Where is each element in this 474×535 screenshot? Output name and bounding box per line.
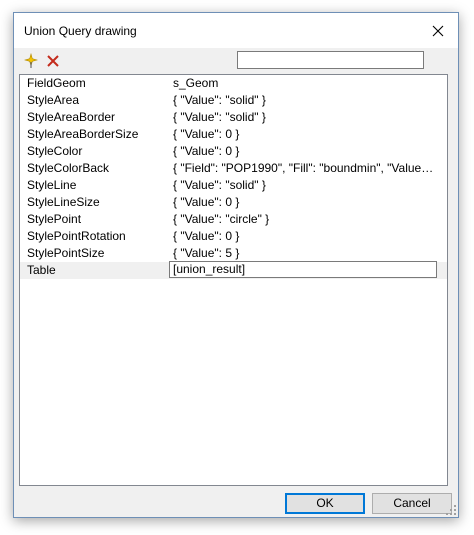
property-name: StylePoint xyxy=(27,212,82,226)
table-value-input[interactable]: [union_result] xyxy=(169,261,437,278)
property-row-styleareaborder[interactable]: StyleAreaBorder { "Value": "solid" } xyxy=(20,109,447,126)
property-name: StyleColor xyxy=(27,144,83,158)
property-value: { "Value": 0 } xyxy=(173,195,240,209)
property-row-stylelinesize[interactable]: StyleLineSize { "Value": 0 } xyxy=(20,194,447,211)
delete-property-button[interactable] xyxy=(44,52,62,70)
property-name: StyleLineSize xyxy=(27,195,100,209)
property-value: s_Geom xyxy=(173,76,219,90)
property-name: StyleArea xyxy=(27,93,80,107)
property-name: StyleAreaBorder xyxy=(27,110,116,124)
property-row-stylearea[interactable]: StyleArea { "Value": "solid" } xyxy=(20,92,447,109)
ok-button[interactable]: OK xyxy=(285,493,365,514)
property-row-stylecolor[interactable]: StyleColor { "Value": 0 } xyxy=(20,143,447,160)
property-row-fieldgeom[interactable]: FieldGeom s_Geom xyxy=(20,75,447,92)
property-value: { "Value": 0 } xyxy=(173,229,240,243)
property-row-stylepoint[interactable]: StylePoint { "Value": "circle" } xyxy=(20,211,447,228)
property-name: StyleAreaBorderSize xyxy=(27,127,139,141)
property-name: StylePointSize xyxy=(27,246,105,260)
property-row-stylecolorback[interactable]: StyleColorBack { "Field": "POP1990", "Fi… xyxy=(20,160,447,177)
title-bar: Union Query drawing xyxy=(14,13,458,48)
property-row-table[interactable]: Table [union_result] xyxy=(20,261,447,279)
property-value: { "Value": 5 } xyxy=(173,246,240,260)
property-row-stylepointsize[interactable]: StylePointSize { "Value": 5 } xyxy=(20,245,447,262)
dialog-footer: OK Cancel xyxy=(14,486,458,517)
window-title: Union Query drawing xyxy=(24,24,137,38)
property-value: { "Value": "solid" } xyxy=(173,110,266,124)
toolbar xyxy=(14,48,458,74)
property-value: { "Value": "solid" } xyxy=(173,178,266,192)
union-query-dialog: Union Query drawing FieldGeom s_Geom Sty xyxy=(13,12,459,518)
property-value: { "Value": "circle" } xyxy=(173,212,270,226)
resize-grip-icon[interactable] xyxy=(446,505,456,515)
property-value: { "Value": "solid" } xyxy=(173,93,266,107)
property-name: StylePointRotation xyxy=(27,229,126,243)
property-value: { "Field": "POP1990", "Fill": "boundmin"… xyxy=(173,161,435,175)
close-button[interactable] xyxy=(418,13,458,48)
add-property-button[interactable] xyxy=(22,52,40,70)
property-grid: FieldGeom s_Geom StyleArea { "Value": "s… xyxy=(19,74,448,486)
property-name: StyleColorBack xyxy=(27,161,110,175)
property-row-stylepointrotation[interactable]: StylePointRotation { "Value": 0 } xyxy=(20,228,447,245)
property-name: Table xyxy=(27,263,56,277)
property-value: { "Value": 0 } xyxy=(173,144,240,158)
cancel-button[interactable]: Cancel xyxy=(372,493,452,514)
property-row-styleline[interactable]: StyleLine { "Value": "solid" } xyxy=(20,177,447,194)
x-delete-icon xyxy=(47,55,59,67)
close-icon xyxy=(432,25,444,36)
property-value: { "Value": 0 } xyxy=(173,127,240,141)
property-row-styleareabordersize[interactable]: StyleAreaBorderSize { "Value": 0 } xyxy=(20,126,447,143)
search-input[interactable] xyxy=(237,51,424,69)
property-name: StyleLine xyxy=(27,178,77,192)
property-name: FieldGeom xyxy=(27,76,86,90)
sparkle-add-icon xyxy=(24,53,38,68)
